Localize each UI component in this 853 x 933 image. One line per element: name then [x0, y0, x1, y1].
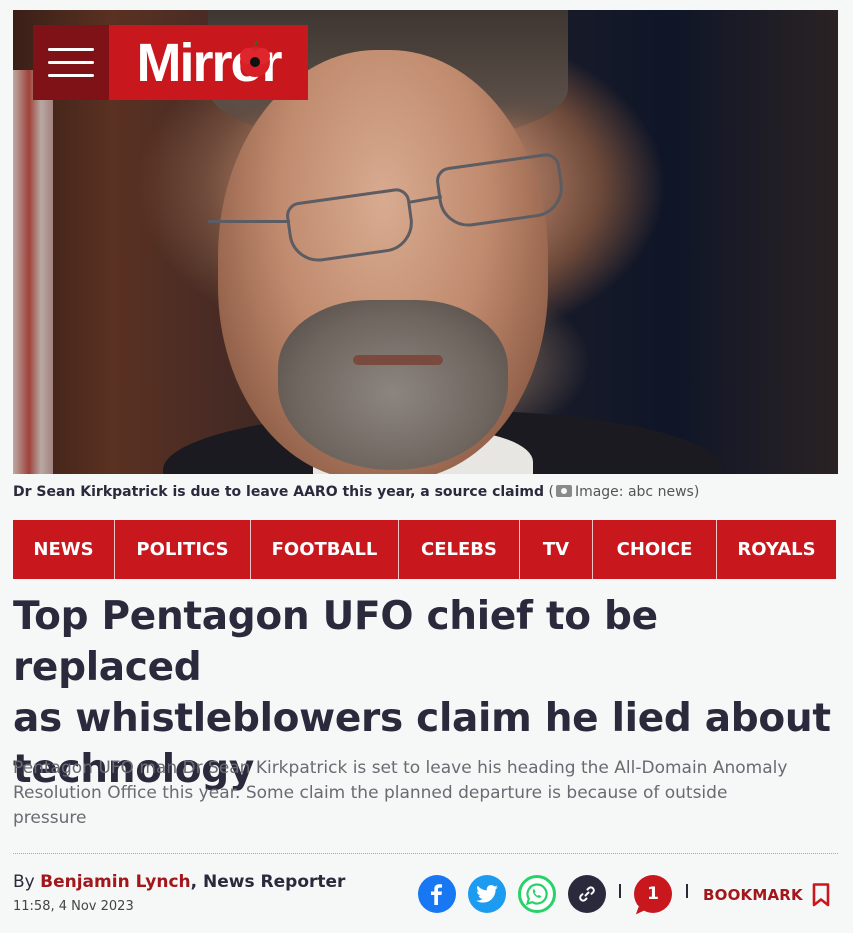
masthead: Mirror — [33, 25, 308, 100]
mirror-logo[interactable]: Mirror — [109, 25, 308, 100]
image-caption: Dr Sean Kirkpatrick is due to leave AARO… — [13, 484, 700, 500]
nav-item-tv[interactable]: TV — [520, 520, 593, 579]
section-nav: NEWS POLITICS FOOTBALL CELEBS TV CHOICE … — [13, 520, 836, 579]
nav-item-news[interactable]: NEWS — [13, 520, 115, 579]
nav-item-celebs[interactable]: CELEBS — [399, 520, 520, 579]
facebook-share-button[interactable] — [418, 875, 456, 913]
caption-text: Dr Sean Kirkpatrick is due to leave AARO… — [13, 484, 545, 500]
menu-button[interactable] — [33, 25, 109, 100]
link-icon — [579, 886, 595, 902]
bookmark-label: BOOKMARK — [703, 886, 803, 904]
nav-item-politics[interactable]: POLITICS — [115, 520, 251, 579]
whatsapp-icon — [525, 883, 548, 906]
facebook-icon — [431, 884, 442, 905]
comment-count-button[interactable]: 1 — [634, 875, 672, 913]
article-standfirst: Pentagon UFO man Dr Sean Kirkpatrick is … — [13, 758, 788, 828]
comment-icon: 1 — [647, 884, 659, 904]
author-link[interactable]: Benjamin Lynch — [40, 872, 191, 892]
bookmark-icon — [812, 883, 830, 907]
poppy-icon — [240, 40, 270, 77]
share-separator — [619, 884, 621, 898]
nav-item-royals[interactable]: ROYALS — [717, 520, 836, 579]
image-credit: Image: abc news — [574, 484, 694, 500]
hamburger-icon — [48, 48, 94, 51]
twitter-share-button[interactable] — [468, 875, 506, 913]
divider — [13, 853, 838, 854]
nav-item-football[interactable]: FOOTBALL — [251, 520, 399, 579]
author-role: News Reporter — [203, 872, 346, 892]
byline: By Benjamin Lynch, News Reporter — [13, 872, 346, 892]
camera-icon — [555, 485, 572, 497]
nav-item-choice[interactable]: CHOICE — [593, 520, 717, 579]
copy-link-button[interactable] — [568, 875, 606, 913]
bookmark-button[interactable]: BOOKMARK — [703, 883, 830, 907]
publish-timestamp: 11:58, 4 Nov 2023 — [13, 899, 134, 914]
share-separator — [686, 884, 688, 898]
whatsapp-share-button[interactable] — [518, 875, 556, 913]
twitter-icon — [476, 885, 498, 903]
